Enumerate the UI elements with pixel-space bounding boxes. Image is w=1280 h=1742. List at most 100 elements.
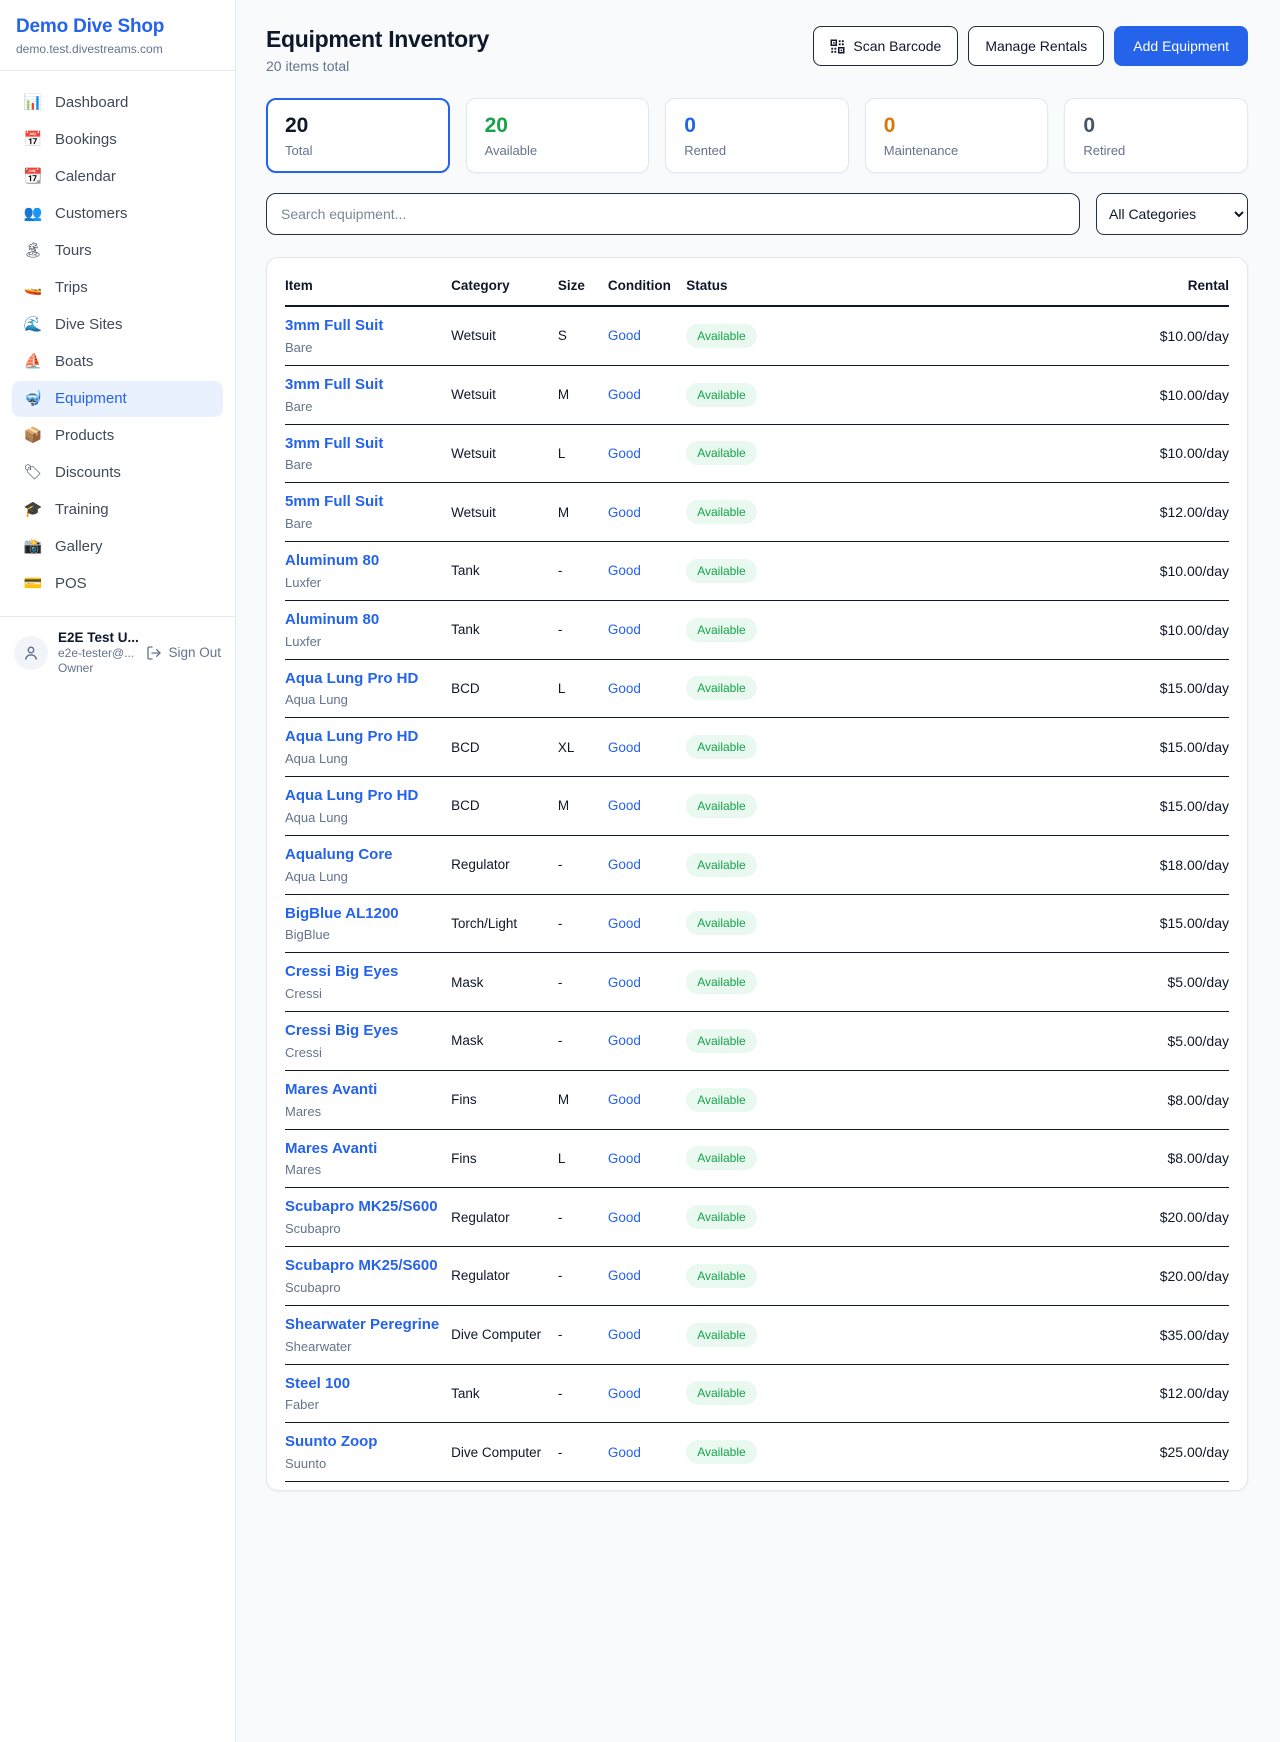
item-rental: $10.00/day [845, 600, 1229, 659]
sidebar-item-label: Equipment [55, 390, 127, 408]
item-category: Regulator [451, 1188, 558, 1247]
item-condition-link[interactable]: Good [608, 1327, 641, 1342]
sidebar-item-discounts[interactable]: 🏷 Discounts [12, 455, 223, 491]
sidebar-item-pos[interactable]: 💳 POS [12, 566, 223, 602]
item-condition-link[interactable]: Good [608, 740, 641, 755]
item-brand: Luxfer [285, 634, 451, 649]
user-info: E2E Test U... e2e-tester@... Owner [58, 630, 136, 675]
item-condition-link[interactable]: Good [608, 446, 641, 461]
item-name-link[interactable]: Aqua Lung Pro HD [285, 670, 451, 689]
item-rental: $5.00/day [845, 953, 1229, 1012]
item-name-link[interactable]: Cressi Big Eyes [285, 1022, 451, 1041]
stat-card-total[interactable]: 20 Total [266, 98, 450, 173]
item-category: BCD [451, 777, 558, 836]
item-condition-link[interactable]: Good [608, 1033, 641, 1048]
stat-card-rented[interactable]: 0 Rented [665, 98, 849, 173]
item-name-link[interactable]: Aqua Lung Pro HD [285, 728, 451, 747]
sidebar-item-trips[interactable]: 🚤 Trips [12, 270, 223, 306]
trips-icon: 🚤 [22, 279, 44, 297]
item-condition-link[interactable]: Good [608, 1445, 641, 1460]
item-rental: $12.00/day [845, 1364, 1229, 1423]
item-condition-link[interactable]: Good [608, 1151, 641, 1166]
user-section: E2E Test U... e2e-tester@... Owner Sign … [0, 616, 235, 688]
item-brand: Shearwater [285, 1339, 451, 1354]
add-equipment-button[interactable]: Add Equipment [1114, 26, 1248, 66]
item-brand: Suunto [285, 1456, 451, 1471]
item-name-link[interactable]: Aluminum 80 [285, 611, 451, 630]
stat-label-total: Total [285, 143, 431, 158]
item-condition-link[interactable]: Good [608, 563, 641, 578]
item-rental: $8.00/day [845, 1129, 1229, 1188]
table-row: Aluminum 80 Luxfer Tank - Good Available… [285, 542, 1229, 601]
item-category: Fins [451, 1129, 558, 1188]
item-condition-link[interactable]: Good [608, 1386, 641, 1401]
item-condition-link[interactable]: Good [608, 975, 641, 990]
item-size: M [558, 365, 608, 424]
item-name-link[interactable]: Scubapro MK25/S600 [285, 1198, 451, 1217]
item-brand: BigBlue [285, 927, 451, 942]
sidebar-item-dive-sites[interactable]: 🌊 Dive Sites [12, 307, 223, 343]
item-size: L [558, 1129, 608, 1188]
scan-barcode-button[interactable]: Scan Barcode [813, 26, 958, 66]
item-name-link[interactable]: Cressi Big Eyes [285, 963, 451, 982]
item-name-link[interactable]: Shearwater Peregrine [285, 1316, 451, 1335]
item-condition-link[interactable]: Good [608, 1092, 641, 1107]
sidebar-item-boats[interactable]: ⛵ Boats [12, 344, 223, 380]
sidebar-item-label: Dive Sites [55, 316, 123, 334]
item-condition-link[interactable]: Good [608, 622, 641, 637]
table-row: Steel 100 Faber Tank - Good Available $1… [285, 1364, 1229, 1423]
stat-card-retired[interactable]: 0 Retired [1064, 98, 1248, 173]
item-name-link[interactable]: Suunto Zoop [285, 1433, 451, 1452]
item-condition-link[interactable]: Good [608, 857, 641, 872]
item-name-link[interactable]: Aqua Lung Pro HD [285, 787, 451, 806]
item-name-link[interactable]: Mares Avanti [285, 1081, 451, 1100]
search-input[interactable] [266, 193, 1080, 235]
item-name-link[interactable]: 3mm Full Suit [285, 317, 451, 336]
item-condition-link[interactable]: Good [608, 505, 641, 520]
item-size: L [558, 424, 608, 483]
sidebar-item-dashboard[interactable]: 📊 Dashboard [12, 85, 223, 121]
sign-out-button[interactable]: Sign Out [146, 645, 221, 661]
status-badge: Available [686, 794, 756, 818]
brand-title[interactable]: Demo Dive Shop [16, 16, 219, 38]
sidebar-item-label: Discounts [55, 464, 121, 482]
sidebar-item-equipment[interactable]: 🤿 Equipment [12, 381, 223, 417]
item-name-link[interactable]: 3mm Full Suit [285, 435, 451, 454]
sidebar-item-calendar[interactable]: 📆 Calendar [12, 159, 223, 195]
item-condition-link[interactable]: Good [608, 387, 641, 402]
sidebar-item-bookings[interactable]: 📅 Bookings [12, 122, 223, 158]
item-name-link[interactable]: 3mm Full Suit [285, 376, 451, 395]
item-condition-link[interactable]: Good [608, 798, 641, 813]
sidebar-item-training[interactable]: 🎓 Training [12, 492, 223, 528]
item-brand: Faber [285, 1397, 451, 1412]
item-category: Torch/Light [451, 894, 558, 953]
status-badge: Available [686, 559, 756, 583]
item-category: Wetsuit [451, 483, 558, 542]
manage-rentals-button[interactable]: Manage Rentals [968, 26, 1104, 66]
item-condition-link[interactable]: Good [608, 916, 641, 931]
equipment-icon: 🤿 [22, 390, 44, 408]
item-name-link[interactable]: Mares Avanti [285, 1140, 451, 1159]
item-condition-link[interactable]: Good [608, 1268, 641, 1283]
item-name-link[interactable]: Aqualung Core [285, 846, 451, 865]
table-row: 5mm Full Suit Bare Wetsuit M Good Availa… [285, 483, 1229, 542]
sidebar-item-customers[interactable]: 👥 Customers [12, 196, 223, 232]
item-size: - [558, 894, 608, 953]
item-name-link[interactable]: 5mm Full Suit [285, 493, 451, 512]
item-condition-link[interactable]: Good [608, 681, 641, 696]
category-select[interactable]: All Categories [1096, 193, 1248, 235]
sidebar-item-tours[interactable]: 🏝 Tours [12, 233, 223, 269]
item-name-link[interactable]: Steel 100 [285, 1375, 451, 1394]
stat-card-available[interactable]: 20 Available [466, 98, 650, 173]
status-badge: Available [686, 1381, 756, 1405]
status-badge: Available [686, 1029, 756, 1053]
sidebar-item-gallery[interactable]: 📸 Gallery [12, 529, 223, 565]
sidebar-item-label: Tours [55, 242, 92, 260]
item-name-link[interactable]: Scubapro MK25/S600 [285, 1257, 451, 1276]
stat-card-maintenance[interactable]: 0 Maintenance [865, 98, 1049, 173]
item-name-link[interactable]: Aluminum 80 [285, 552, 451, 571]
item-condition-link[interactable]: Good [608, 1210, 641, 1225]
item-condition-link[interactable]: Good [608, 328, 641, 343]
item-name-link[interactable]: BigBlue AL1200 [285, 905, 451, 924]
sidebar-item-products[interactable]: 📦 Products [12, 418, 223, 454]
